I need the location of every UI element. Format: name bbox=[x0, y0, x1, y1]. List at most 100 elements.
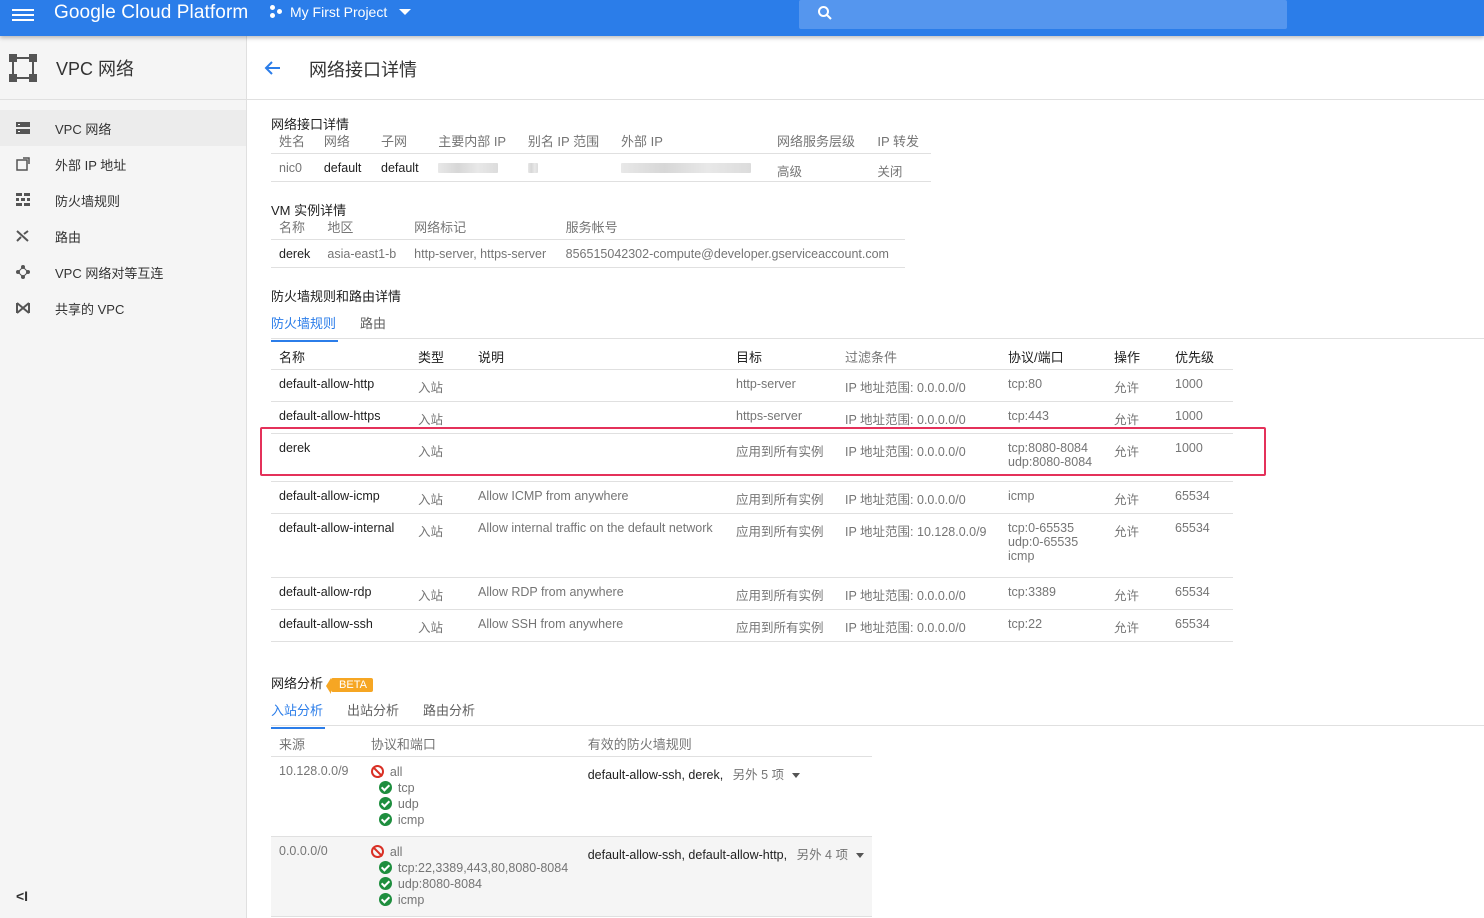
sidebar-header: VPC 网络 bbox=[0, 36, 246, 100]
col-header: 外部 IP bbox=[613, 129, 769, 154]
peering-icon bbox=[16, 265, 30, 279]
rule-priority: 65534 bbox=[1167, 577, 1233, 610]
sidebar-item-firewall[interactable]: 防火墙规则 bbox=[0, 182, 246, 218]
external-ip-icon bbox=[16, 157, 30, 171]
col-header: 优先级 bbox=[1167, 345, 1233, 370]
vm-table: 名称 地区 网络标记 服务帐号 derek asia-east1-b http-… bbox=[271, 215, 905, 268]
nic-forwarding: 关闭 bbox=[869, 153, 931, 182]
brand-title[interactable]: Google Cloud Platform bbox=[54, 2, 248, 24]
port-line: tcp:443 bbox=[1008, 408, 1050, 423]
nic-network-link[interactable]: default bbox=[315, 153, 374, 182]
vm-name-link[interactable]: derek bbox=[271, 239, 320, 268]
table-row: default-allow-https 入站 https-server IP 地… bbox=[271, 401, 1233, 434]
rule-name-link[interactable]: default-allow-ssh bbox=[271, 609, 410, 642]
rule-name-link[interactable]: default-allow-https bbox=[271, 401, 410, 434]
table-row: 0.0.0.0/0 all tcp:22,3389,443,80,8080-80… bbox=[271, 836, 872, 917]
sidebar-item-vpc-networks[interactable]: VPC 网络 bbox=[0, 110, 246, 146]
nic-table: 姓名 网络 子网 主要内部 IP 别名 IP 范围 外部 IP 网络服务层级 I… bbox=[271, 129, 931, 182]
analysis-rules: default-allow-ssh, derek, 另外 5 项 bbox=[579, 756, 872, 837]
rule-name-link[interactable]: default-allow-internal bbox=[271, 513, 410, 578]
rule-name-link[interactable]: default-allow-http bbox=[271, 369, 410, 402]
vm-service-account: 856515042302-compute@developer.gservicea… bbox=[557, 239, 905, 268]
col-header: 协议和端口 bbox=[362, 732, 580, 757]
sidebar-item-label: 外部 IP 地址 bbox=[55, 157, 127, 173]
firewall-rules-table: 名称 类型 说明 目标 过滤条件 协议/端口 操作 优先级 default-al… bbox=[271, 345, 1233, 642]
rule-target: 应用到所有实例 bbox=[728, 609, 837, 642]
vm-tags: http-server, https-server bbox=[406, 239, 558, 268]
protocol-label: tcp bbox=[397, 780, 415, 795]
tab-divider bbox=[271, 725, 1484, 726]
col-header: 网络服务层级 bbox=[768, 129, 870, 154]
rule-filter: IP 地址范围: 0.0.0.0/0 bbox=[837, 433, 1000, 482]
more-rules-toggle[interactable]: 另外 4 项 bbox=[797, 848, 864, 862]
col-header: 目标 bbox=[728, 345, 837, 370]
more-rules-toggle[interactable]: 另外 5 项 bbox=[733, 768, 801, 782]
tab-divider bbox=[271, 338, 1484, 339]
protocol-label: udp:8080-8084 bbox=[397, 876, 482, 891]
table-row: default-allow-rdp 入站 Allow RDP from anyw… bbox=[271, 577, 1233, 610]
project-selector[interactable]: My First Project bbox=[268, 4, 412, 20]
page-header: 网络接口详情 bbox=[247, 36, 1484, 100]
rule-type: 入站 bbox=[410, 577, 470, 610]
deny-icon bbox=[370, 765, 384, 778]
rule-type: 入站 bbox=[410, 481, 470, 514]
check-icon bbox=[378, 797, 392, 810]
rule-name-link[interactable]: derek bbox=[271, 433, 410, 482]
back-arrow-icon[interactable] bbox=[263, 58, 283, 78]
rule-priority: 65534 bbox=[1167, 609, 1233, 642]
menu-icon[interactable] bbox=[12, 6, 34, 24]
port-line: udp:0-65535 bbox=[1008, 534, 1079, 549]
col-header: 网络标记 bbox=[406, 215, 558, 240]
col-header: 服务帐号 bbox=[557, 215, 905, 240]
sidebar-item-label: VPC 网络对等互连 bbox=[55, 265, 164, 281]
protocol-label: icmp bbox=[397, 892, 425, 907]
dropdown-arrow-icon bbox=[855, 852, 864, 858]
collapse-sidebar-button[interactable]: <I bbox=[16, 888, 28, 904]
rule-action: 允许 bbox=[1106, 433, 1167, 482]
sidebar-item-routes[interactable]: 路由 bbox=[0, 218, 246, 254]
rule-filter: IP 地址范围: 0.0.0.0/0 bbox=[837, 609, 1000, 642]
rule-action: 允许 bbox=[1106, 609, 1167, 642]
sidebar-item-external-ip[interactable]: 外部 IP 地址 bbox=[0, 146, 246, 182]
table-row: default-allow-ssh 入站 Allow SSH from anyw… bbox=[271, 609, 1233, 642]
nic-subnet-link[interactable]: default bbox=[373, 153, 431, 182]
nic-external-ip bbox=[613, 153, 769, 182]
rule-priority: 1000 bbox=[1167, 401, 1233, 434]
col-header: 网络 bbox=[315, 129, 374, 154]
port-line: tcp:0-65535 bbox=[1008, 520, 1075, 535]
col-header: 来源 bbox=[271, 732, 363, 757]
port-line: tcp:3389 bbox=[1008, 584, 1056, 599]
table-row: derek 入站 应用到所有实例 IP 地址范围: 0.0.0.0/0 tcp:… bbox=[271, 433, 1233, 482]
top-app-bar: Google Cloud Platform My First Project bbox=[0, 0, 1484, 36]
dropdown-arrow-icon bbox=[792, 772, 801, 778]
routes-icon bbox=[16, 229, 30, 243]
rule-name-link[interactable]: default-allow-rdp bbox=[271, 577, 410, 610]
table-row: default-allow-icmp 入站 Allow ICMP from an… bbox=[271, 481, 1233, 514]
project-dots-icon bbox=[268, 4, 284, 20]
rule-desc: Allow internal traffic on the default ne… bbox=[470, 513, 728, 578]
deny-icon bbox=[370, 845, 384, 858]
vpc-product-icon bbox=[9, 53, 37, 82]
nic-tier: 高级 bbox=[768, 153, 870, 182]
rule-action: 允许 bbox=[1106, 513, 1167, 578]
rule-type: 入站 bbox=[410, 433, 470, 482]
sidebar-item-shared-vpc[interactable]: 共享的 VPC bbox=[0, 290, 246, 326]
rule-name-link[interactable]: default-allow-icmp bbox=[271, 481, 410, 514]
deny-row: all bbox=[370, 844, 572, 860]
rule-desc bbox=[470, 401, 728, 434]
rule-priority: 65534 bbox=[1167, 513, 1233, 578]
sidebar-item-label: VPC 网络 bbox=[55, 121, 112, 137]
rule-desc bbox=[470, 369, 728, 402]
search-input[interactable] bbox=[799, 0, 1287, 29]
rule-ports: tcp:3389 bbox=[1000, 577, 1106, 610]
redacted-value bbox=[527, 163, 538, 174]
sidebar-item-peering[interactable]: VPC 网络对等互连 bbox=[0, 254, 246, 290]
col-header: 类型 bbox=[410, 345, 470, 370]
table-row: default-allow-internal 入站 Allow internal… bbox=[271, 513, 1233, 578]
col-header: 操作 bbox=[1106, 345, 1167, 370]
rule-action: 允许 bbox=[1106, 481, 1167, 514]
effective-rules: default-allow-ssh, derek, bbox=[587, 767, 724, 782]
port-line: tcp:80 bbox=[1008, 376, 1043, 391]
rule-type: 入站 bbox=[410, 513, 470, 578]
allow-row: tcp:22,3389,443,80,8080-8084 bbox=[371, 860, 572, 876]
